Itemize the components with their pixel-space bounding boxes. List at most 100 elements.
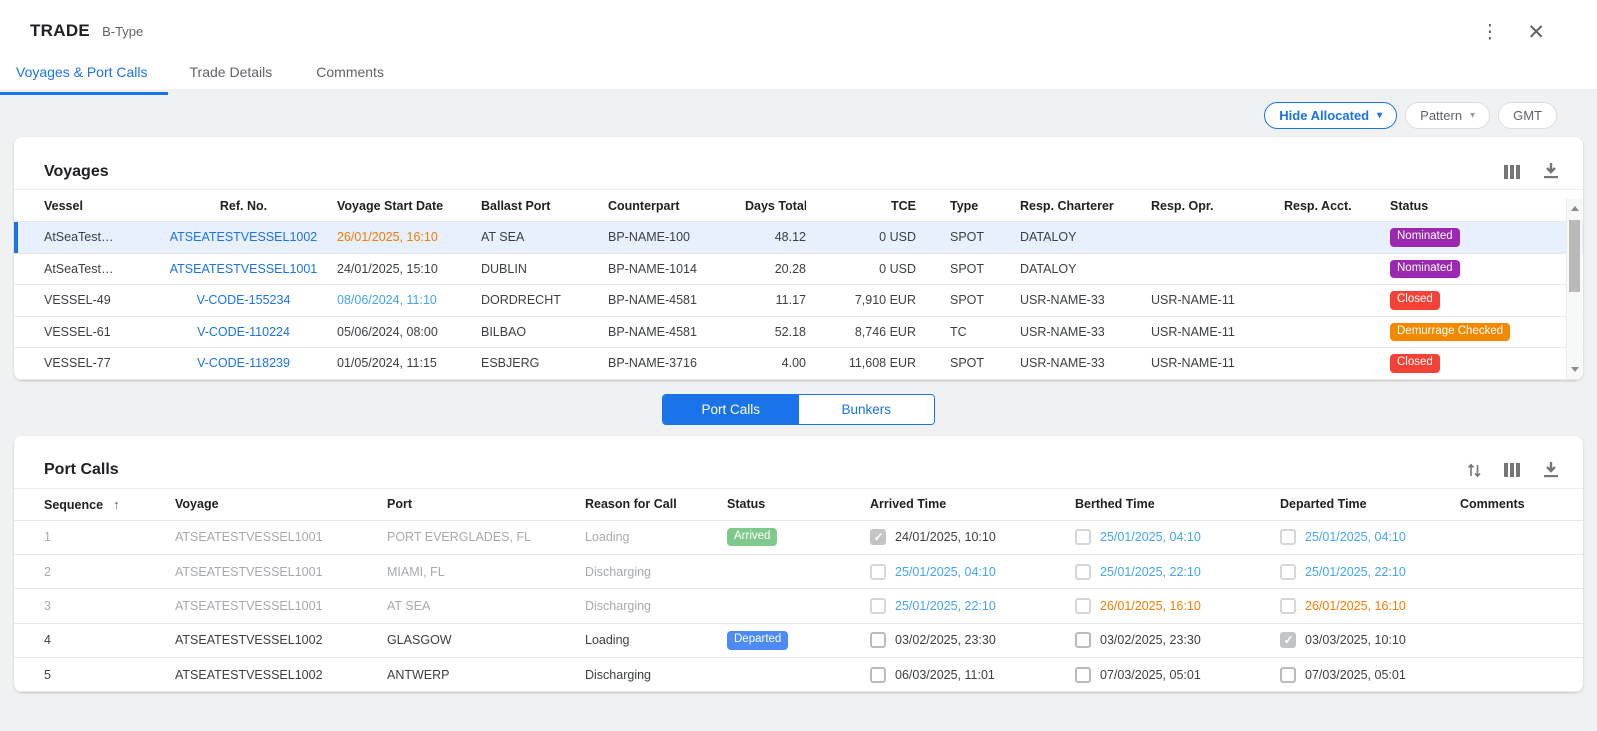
voyage-ref-link[interactable]: ATSEATESTVESSEL1001 bbox=[170, 262, 318, 276]
berthed-checkbox[interactable] bbox=[1075, 632, 1091, 648]
voyage-start-date: 08/06/2024, 11:10 bbox=[337, 293, 437, 307]
port-calls-column-header[interactable]: Reason for Call bbox=[585, 497, 727, 511]
voyage-row[interactable]: VESSEL-49V-CODE-15523408/06/2024, 11:10D… bbox=[14, 285, 1583, 317]
arrived-checkbox[interactable] bbox=[870, 667, 886, 683]
voyages-column-header[interactable]: Type bbox=[916, 199, 1020, 213]
voyages-column-header[interactable]: Vessel bbox=[30, 199, 150, 213]
columns-icon[interactable] bbox=[1504, 164, 1521, 180]
departed-checkbox[interactable] bbox=[1280, 564, 1296, 580]
vessel-cell: VESSEL-49 bbox=[30, 293, 150, 307]
berthed-checkbox[interactable] bbox=[1075, 667, 1091, 683]
vertical-scrollbar[interactable] bbox=[1566, 199, 1582, 379]
tab-comments[interactable]: Comments bbox=[294, 55, 406, 95]
columns-icon[interactable] bbox=[1504, 462, 1521, 478]
counterpart-cell: BP-NAME-100 bbox=[608, 230, 745, 244]
voyages-column-header[interactable]: TCE bbox=[806, 199, 916, 213]
status-badge: Nominated bbox=[1390, 260, 1460, 279]
reason-for-call-cell: Loading bbox=[585, 633, 727, 647]
port-calls-column-header[interactable]: Status bbox=[727, 497, 870, 511]
voyage-row[interactable]: AtSeaTest…ATSEATESTVESSEL100124/01/2025,… bbox=[14, 254, 1583, 286]
toggle-bunkers[interactable]: Bunkers bbox=[799, 395, 935, 424]
port-call-row[interactable]: 1ATSEATESTVESSEL1001PORT EVERGLADES, FLL… bbox=[14, 521, 1583, 555]
port-calls-column-header[interactable]: Berthed Time bbox=[1075, 497, 1280, 511]
voyage-cell: ATSEATESTVESSEL1002 bbox=[175, 668, 387, 682]
berthed-checkbox[interactable] bbox=[1075, 564, 1091, 580]
berthed-time: 26/01/2025, 16:10 bbox=[1100, 599, 1201, 613]
voyage-row[interactable]: VESSEL-77V-CODE-11823901/05/2024, 11:15E… bbox=[14, 348, 1583, 380]
arrived-checkbox[interactable] bbox=[870, 564, 886, 580]
sequence-cell: 5 bbox=[30, 668, 175, 682]
port-calls-table-body: 1ATSEATESTVESSEL1001PORT EVERGLADES, FLL… bbox=[14, 521, 1583, 693]
voyages-column-header[interactable]: Ref. No. bbox=[150, 199, 337, 213]
departed-checkbox[interactable] bbox=[1280, 632, 1296, 648]
port-call-row[interactable]: 5ATSEATESTVESSEL1002ANTWERPDischarging06… bbox=[14, 658, 1583, 692]
download-icon[interactable] bbox=[1543, 163, 1559, 180]
voyages-column-header[interactable]: Ballast Port bbox=[481, 199, 608, 213]
sequence-cell: 3 bbox=[30, 599, 175, 613]
voyages-column-header[interactable]: Resp. Opr. bbox=[1151, 199, 1284, 213]
departed-time: 07/03/2025, 05:01 bbox=[1305, 668, 1406, 682]
close-icon[interactable]: ✕ bbox=[1525, 20, 1547, 45]
tab-trade-details[interactable]: Trade Details bbox=[168, 55, 295, 95]
voyages-column-header[interactable]: Status bbox=[1390, 199, 1567, 213]
departed-time: 26/01/2025, 16:10 bbox=[1305, 599, 1406, 613]
type-cell: SPOT bbox=[916, 230, 1020, 244]
port-calls-column-header[interactable]: Arrived Time bbox=[870, 497, 1075, 511]
voyages-column-header[interactable]: Voyage Start Date bbox=[337, 199, 481, 213]
port-calls-column-header[interactable]: Port bbox=[387, 497, 585, 511]
sort-ascending-icon[interactable]: ↑ bbox=[113, 497, 120, 512]
toggle-port-calls[interactable]: Port Calls bbox=[663, 395, 799, 424]
port-calls-bunkers-toggle: Port Calls Bunkers bbox=[662, 394, 935, 425]
voyages-column-header[interactable]: Days Total bbox=[745, 199, 806, 213]
voyage-ref-link[interactable]: V-CODE-155234 bbox=[197, 293, 291, 307]
resp-charterer-cell: USR-NAME-33 bbox=[1020, 293, 1151, 307]
port-calls-column-header[interactable]: Sequence↑ bbox=[30, 497, 175, 512]
page-title: TRADE bbox=[30, 21, 90, 41]
sort-icon[interactable] bbox=[1467, 462, 1482, 479]
voyage-start-date: 24/01/2025, 15:10 bbox=[337, 262, 438, 276]
tce-cell: 11,608 EUR bbox=[806, 356, 916, 370]
hide-allocated-label: Hide Allocated bbox=[1279, 108, 1369, 123]
vessel-cell: AtSeaTest… bbox=[30, 230, 150, 244]
arrived-checkbox[interactable] bbox=[870, 529, 886, 545]
hide-allocated-dropdown[interactable]: Hide Allocated ▾ bbox=[1264, 102, 1397, 129]
sequence-cell: 4 bbox=[30, 633, 175, 647]
scroll-up-icon[interactable] bbox=[1571, 206, 1579, 211]
timezone-button[interactable]: GMT bbox=[1498, 102, 1557, 129]
status-badge: Closed bbox=[1390, 354, 1440, 373]
berthed-checkbox[interactable] bbox=[1075, 529, 1091, 545]
resp-charterer-cell: DATALOY bbox=[1020, 230, 1151, 244]
port-calls-column-header[interactable]: Departed Time bbox=[1280, 497, 1460, 511]
tab-bar: Voyages & Port Calls Trade Details Comme… bbox=[0, 55, 1597, 95]
port-call-row[interactable]: 4ATSEATESTVESSEL1002GLASGOWLoadingDepart… bbox=[14, 624, 1583, 658]
arrived-time: 24/01/2025, 10:10 bbox=[895, 530, 996, 544]
voyages-column-header[interactable]: Counterpart bbox=[608, 199, 745, 213]
port-call-row[interactable]: 3ATSEATESTVESSEL1001AT SEADischarging25/… bbox=[14, 589, 1583, 623]
port-calls-column-header[interactable]: Comments bbox=[1460, 497, 1567, 511]
voyages-column-header[interactable]: Resp. Charterer bbox=[1020, 199, 1151, 213]
arrived-checkbox[interactable] bbox=[870, 632, 886, 648]
voyage-row[interactable]: VESSEL-61V-CODE-11022405/06/2024, 08:00B… bbox=[14, 317, 1583, 349]
arrived-checkbox[interactable] bbox=[870, 598, 886, 614]
voyage-start-date-cell: 08/06/2024, 11:10 bbox=[337, 293, 481, 307]
scroll-down-icon[interactable] bbox=[1571, 367, 1579, 372]
departed-checkbox[interactable] bbox=[1280, 667, 1296, 683]
voyages-column-header[interactable]: Resp. Acct. bbox=[1284, 199, 1390, 213]
voyage-ref-link[interactable]: ATSEATESTVESSEL1002 bbox=[170, 230, 318, 244]
voyage-ref-link[interactable]: V-CODE-118239 bbox=[197, 356, 290, 370]
berthed-checkbox[interactable] bbox=[1075, 598, 1091, 614]
scrollbar-thumb[interactable] bbox=[1569, 220, 1580, 292]
departed-checkbox[interactable] bbox=[1280, 529, 1296, 545]
status-badge: Arrived bbox=[727, 528, 777, 547]
port-calls-column-header[interactable]: Voyage bbox=[175, 497, 387, 511]
type-cell: SPOT bbox=[916, 293, 1020, 307]
voyage-row[interactable]: AtSeaTest…ATSEATESTVESSEL100226/01/2025,… bbox=[14, 222, 1583, 254]
port-call-row[interactable]: 2ATSEATESTVESSEL1001MIAMI, FLDischarging… bbox=[14, 555, 1583, 589]
departed-checkbox[interactable] bbox=[1280, 598, 1296, 614]
tab-voyages-port-calls[interactable]: Voyages & Port Calls bbox=[0, 55, 168, 95]
voyage-ref-link[interactable]: V-CODE-110224 bbox=[197, 325, 290, 339]
kebab-menu-icon[interactable]: ⋮ bbox=[1478, 21, 1501, 44]
download-icon[interactable] bbox=[1543, 462, 1559, 479]
pattern-dropdown[interactable]: Pattern ▾ bbox=[1405, 102, 1490, 129]
departed-cell: 03/03/2025, 10:10 bbox=[1280, 632, 1460, 648]
